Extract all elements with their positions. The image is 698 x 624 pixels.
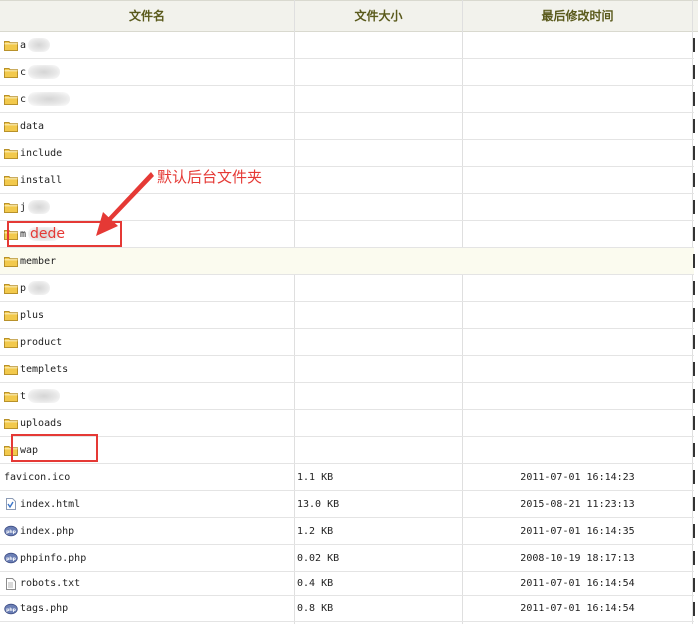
annotation-arrow xyxy=(96,172,154,236)
